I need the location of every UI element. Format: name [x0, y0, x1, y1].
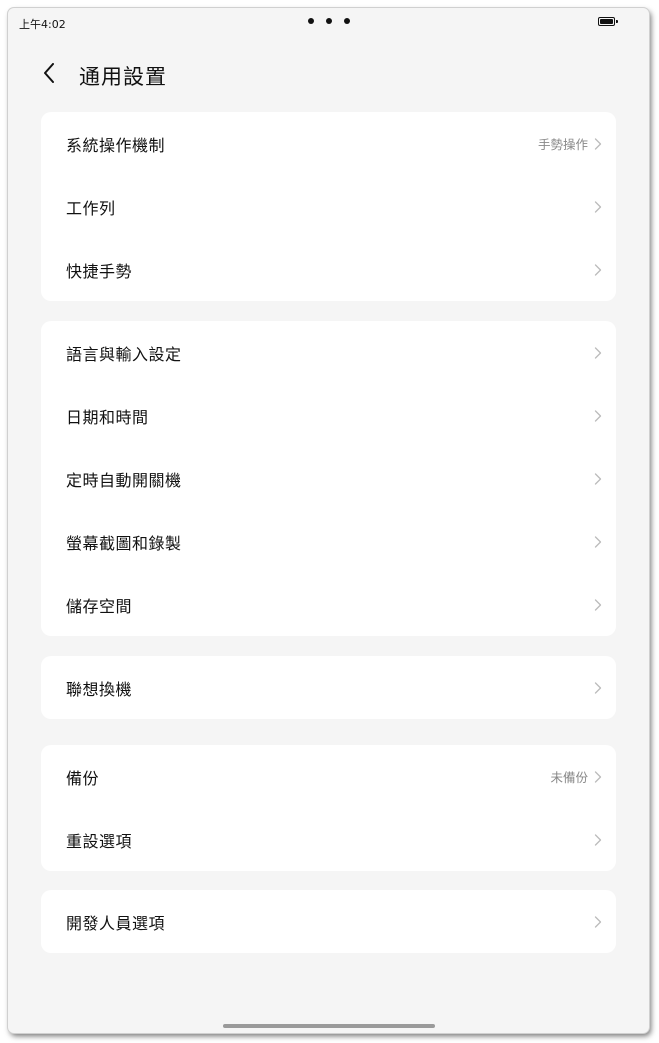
settings-item-language-input[interactable]: 語言與輸入設定 — [41, 321, 616, 384]
chevron-right-icon — [594, 915, 602, 928]
settings-item-backup[interactable]: 備份 未備份 — [41, 745, 616, 808]
settings-group-general: 語言與輸入設定 日期和時間 定時自動開關機 螢幕截圖和錄製 儲存空間 — [41, 321, 616, 636]
chevron-right-icon — [594, 263, 602, 276]
settings-item-developer-options[interactable]: 開發人員選項 — [41, 890, 616, 953]
settings-item-device-transfer[interactable]: 聯想換機 — [41, 656, 616, 719]
settings-item-label: 螢幕截圖和錄製 — [66, 533, 182, 553]
settings-item-screenshot-recording[interactable]: 螢幕截圖和錄製 — [41, 510, 616, 573]
chevron-right-icon — [594, 346, 602, 359]
chevron-right-icon — [594, 833, 602, 846]
chevron-right-icon — [594, 681, 602, 694]
settings-item-taskbar[interactable]: 工作列 — [41, 175, 616, 238]
back-button[interactable] — [34, 58, 64, 88]
chevron-right-icon — [594, 409, 602, 422]
chevron-left-icon — [44, 63, 54, 83]
settings-item-reset-options[interactable]: 重設選項 — [41, 808, 616, 871]
settings-item-label: 快捷手勢 — [66, 261, 133, 281]
settings-item-value: 未備份 — [550, 770, 588, 785]
settings-item-storage[interactable]: 儲存空間 — [41, 573, 616, 636]
settings-item-value: 手勢操作 — [537, 137, 588, 152]
dot — [326, 18, 332, 24]
chevron-right-icon — [594, 200, 602, 213]
settings-item-label: 工作列 — [66, 198, 116, 218]
settings-item-system-navigation[interactable]: 系統操作機制 手勢操作 — [41, 112, 616, 175]
settings-item-label: 開發人員選項 — [66, 913, 166, 933]
device-screen: 上午4:02 通用設置 系統操作機制 手勢操作 工作列 快捷手勢 語言與輸入設定… — [8, 8, 649, 1033]
settings-group-transfer: 聯想換機 — [41, 656, 616, 719]
dot — [308, 18, 314, 24]
settings-group-system: 系統操作機制 手勢操作 工作列 快捷手勢 — [41, 112, 616, 301]
page-header: 通用設置 — [8, 54, 649, 94]
settings-item-label: 語言與輸入設定 — [66, 344, 182, 364]
settings-item-quick-gestures[interactable]: 快捷手勢 — [41, 238, 616, 301]
settings-item-date-time[interactable]: 日期和時間 — [41, 384, 616, 447]
battery-fill — [600, 19, 613, 24]
status-time: 上午4:02 — [19, 18, 66, 31]
settings-item-label: 備份 — [66, 768, 100, 788]
chevron-right-icon — [594, 535, 602, 548]
chevron-right-icon — [594, 472, 602, 485]
settings-group-developer: 開發人員選項 — [41, 890, 616, 953]
settings-item-label: 聯想換機 — [66, 679, 133, 699]
settings-item-label: 儲存空間 — [66, 596, 133, 616]
battery-tip — [615, 20, 618, 23]
home-indicator[interactable] — [223, 1024, 435, 1028]
more-dots-icon[interactable] — [308, 18, 350, 24]
chevron-right-icon — [594, 598, 602, 611]
settings-item-scheduled-power[interactable]: 定時自動開關機 — [41, 447, 616, 510]
status-bar: 上午4:02 — [8, 8, 649, 38]
chevron-right-icon — [594, 137, 602, 150]
settings-group-backup: 備份 未備份 重設選項 — [41, 745, 616, 871]
settings-item-label: 重設選項 — [66, 831, 133, 851]
battery-icon — [598, 17, 618, 26]
settings-item-label: 定時自動開關機 — [66, 470, 182, 490]
settings-item-label: 系統操作機制 — [66, 135, 166, 155]
page-title: 通用設置 — [79, 65, 167, 89]
settings-item-label: 日期和時間 — [66, 407, 149, 427]
dot — [344, 18, 350, 24]
chevron-right-icon — [594, 770, 602, 783]
